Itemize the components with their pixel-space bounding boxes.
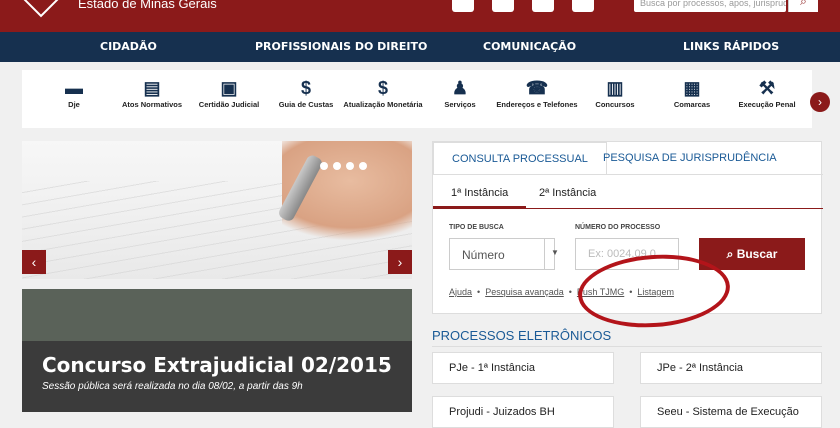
link-ajuda[interactable]: Ajuda (449, 287, 472, 297)
divider (433, 208, 823, 209)
top-header: Estado de Minas Gerais Busca por process… (0, 0, 840, 32)
news-subtitle: Sessão pública será realizada no dia 08/… (42, 381, 303, 392)
book-icon: ▬ (65, 78, 83, 98)
divider (433, 174, 823, 175)
processo-seeu[interactable]: Seeu - Sistema de Execução (640, 396, 822, 428)
quicklink-label: Execução Penal (738, 100, 796, 109)
search-icon: ⌕ (726, 247, 737, 261)
quicklink-label: Endereços e Telefones (496, 100, 578, 109)
slider-dot[interactable] (333, 162, 341, 170)
processo-projudi[interactable]: Projudi - Juizados BH (432, 396, 614, 428)
top-search-input[interactable]: Busca por processos, apos, jurisprudênci… (634, 0, 786, 12)
tab-pesquisa-jurisprudencia[interactable]: PESQUISA DE JURISPRUDÊNCIA (585, 142, 795, 174)
processo-jpe[interactable]: JPe - 2ª Instância (640, 352, 822, 384)
tab-consulta-processual[interactable]: CONSULTA PROCESSUAL (433, 142, 607, 174)
news-card[interactable]: Concurso Extrajudicial 02/2015 Sessão pú… (22, 289, 412, 412)
divider (432, 346, 822, 347)
nav-cidadao[interactable]: CIDADÃO (100, 32, 157, 62)
slider-dot[interactable] (320, 162, 328, 170)
slider-dot[interactable] (359, 162, 367, 170)
quicklink-execucao[interactable]: ⚒ Execução Penal (722, 70, 812, 109)
processo-pje[interactable]: PJe - 1ª Instância (432, 352, 614, 384)
separator: • (568, 287, 572, 297)
mobile-icon[interactable] (492, 0, 514, 12)
quicklink-enderecos[interactable]: ☎ Endereços e Telefones (492, 70, 582, 109)
main-nav: CIDADÃO PROFISSIONAIS DO DIREITO COMUNIC… (0, 32, 840, 62)
buscar-label: Buscar (736, 247, 778, 261)
link-pesquisa-avancada[interactable]: Pesquisa avançada (485, 287, 564, 297)
quicklink-label: Dje (68, 100, 80, 109)
chevron-right-icon[interactable]: › (810, 92, 830, 112)
phone-icon: ☎ (525, 78, 549, 98)
tab-primeira-instancia[interactable]: 1ª Instância (433, 178, 527, 208)
slider-dots (320, 157, 372, 175)
news-title: Concurso Extrajudicial 02/2015 (42, 353, 392, 377)
divider (544, 239, 545, 269)
slider-dot[interactable] (346, 162, 354, 170)
nav-comunicacao[interactable]: COMUNICAÇÃO (483, 32, 576, 62)
nav-profissionais[interactable]: PROFISSIONAIS DO DIREITO (255, 32, 427, 62)
slider-next-button[interactable]: › (388, 250, 412, 274)
search-icon[interactable]: ⌕ (788, 0, 818, 12)
plus-icon[interactable] (572, 0, 594, 12)
tab-segunda-instancia[interactable]: 2ª Instância (521, 178, 614, 208)
court-logo[interactable] (22, 0, 60, 18)
gavel-icon: ⚒ (758, 78, 776, 98)
slider-prev-button[interactable]: ‹ (22, 250, 46, 274)
tipo-busca-value: Número (462, 248, 505, 262)
accessibility-icon[interactable] (452, 0, 474, 12)
logo-text: Estado de Minas Gerais (78, 0, 217, 11)
news-image (22, 289, 412, 341)
nav-links-rapidos[interactable]: LINKS RÁPIDOS (683, 32, 779, 62)
tipo-busca-label: TIPO DE BUSCA (449, 224, 504, 231)
quicklink-dje[interactable]: ▬ Dje (29, 70, 119, 109)
separator: • (477, 287, 481, 297)
quicklinks-bar: ▬ Dje ▤ Atos Normativos ▣ Certidão Judic… (22, 70, 812, 128)
contrast-icon[interactable] (532, 0, 554, 12)
tipo-busca-select[interactable]: Número ▼ (449, 238, 559, 270)
processos-title: PROCESSOS ELETRÔNICOS (432, 328, 612, 343)
numero-processo-label: NÚMERO DO PROCESSO (575, 224, 661, 231)
caret-down-icon: ▼ (551, 248, 559, 257)
